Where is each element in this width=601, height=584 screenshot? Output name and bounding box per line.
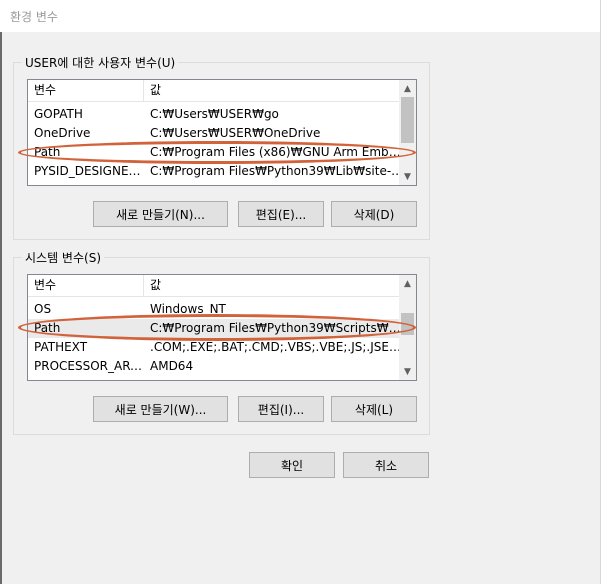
list-item[interactable]: PATHEXT .COM;.EXE;.BAT;.CMD;.VBS;.VBE;.J…	[28, 338, 416, 357]
variable-name: OneDrive	[34, 126, 91, 140]
variable-value: C:₩Users₩USER₩OneDrive	[150, 126, 321, 140]
scrollbar-thumb[interactable]	[401, 97, 414, 143]
list-item[interactable]: Path C:₩Program Files (x86)₩GNU Arm Embe…	[28, 143, 416, 162]
list-item[interactable]: OneDrive C:₩Users₩USER₩OneDrive	[28, 124, 416, 143]
chevron-down-icon[interactable]: ▼	[399, 168, 416, 185]
variable-name: PROCESSOR_ARC...	[34, 359, 144, 373]
variable-name: GOPATH	[34, 107, 83, 121]
variable-value: C:₩Program Files₩Python39₩Scripts₩;C:₩..…	[150, 321, 404, 335]
column-header-variable[interactable]: 변수	[28, 275, 144, 296]
list-header: 변수 값	[28, 275, 416, 297]
variable-value: C:₩Users₩USER₩go	[150, 107, 279, 121]
user-edit-button[interactable]: 편집(E)...	[238, 201, 324, 227]
column-header-value[interactable]: 값	[144, 275, 404, 296]
system-variables-list[interactable]: 변수 값 OS Windows_NT Path C:₩Program Files…	[27, 274, 417, 381]
chevron-up-icon[interactable]: ▲	[399, 80, 416, 97]
list-item[interactable]: PYSID_DESIGNER_... C:₩Program Files₩Pyth…	[28, 162, 416, 181]
user-new-button[interactable]: 새로 만들기(N)...	[93, 201, 228, 227]
scrollbar-thumb[interactable]	[401, 313, 414, 335]
variable-name: OS	[34, 302, 52, 316]
vertical-scrollbar[interactable]: ▲ ▼	[399, 275, 416, 380]
variable-name: PATHEXT	[34, 340, 88, 354]
list-item[interactable]: OS Windows_NT	[28, 300, 416, 319]
column-header-value[interactable]: 값	[144, 80, 404, 101]
system-edit-button[interactable]: 편집(I)...	[238, 396, 324, 422]
vertical-scrollbar[interactable]: ▲ ▼	[399, 80, 416, 185]
variable-name: Path	[34, 145, 61, 159]
user-delete-button[interactable]: 삭제(D)	[331, 201, 417, 227]
variable-value: C:₩Program Files₩Python39₩Lib₩site-pac..…	[150, 164, 404, 178]
cancel-button[interactable]: 취소	[343, 452, 429, 478]
list-header: 변수 값	[28, 80, 416, 102]
column-header-variable[interactable]: 변수	[28, 80, 144, 101]
variable-name: PYSID_DESIGNER_...	[34, 164, 144, 178]
system-new-button[interactable]: 새로 만들기(W)...	[93, 396, 228, 422]
window-edge	[0, 32, 2, 584]
system-variables-label: 시스템 변수(S)	[22, 249, 104, 266]
ok-button[interactable]: 확인	[249, 452, 335, 478]
variable-value: AMD64	[150, 359, 194, 373]
list-item[interactable]: PROCESSOR_ARC... AMD64	[28, 357, 416, 376]
list-item[interactable]: Path C:₩Program Files₩Python39₩Scripts₩;…	[28, 319, 416, 338]
chevron-up-icon[interactable]: ▲	[399, 275, 416, 292]
list-item[interactable]: GOPATH C:₩Users₩USER₩go	[28, 105, 416, 124]
user-variables-label: USER에 대한 사용자 변수(U)	[22, 54, 179, 71]
variable-value: C:₩Program Files (x86)₩GNU Arm Embedd...	[150, 145, 404, 159]
variable-name: Path	[34, 321, 61, 335]
title-bar: 환경 변수	[0, 0, 601, 32]
chevron-down-icon[interactable]: ▼	[399, 363, 416, 380]
system-delete-button[interactable]: 삭제(L)	[331, 396, 417, 422]
variable-value: Windows_NT	[150, 302, 226, 316]
window-title: 환경 변수	[10, 10, 58, 24]
variable-value: .COM;.EXE;.BAT;.CMD;.VBS;.VBE;.JS;.JSE;.…	[150, 340, 404, 354]
user-variables-list[interactable]: 변수 값 GOPATH C:₩Users₩USER₩go OneDrive C:…	[27, 79, 417, 186]
